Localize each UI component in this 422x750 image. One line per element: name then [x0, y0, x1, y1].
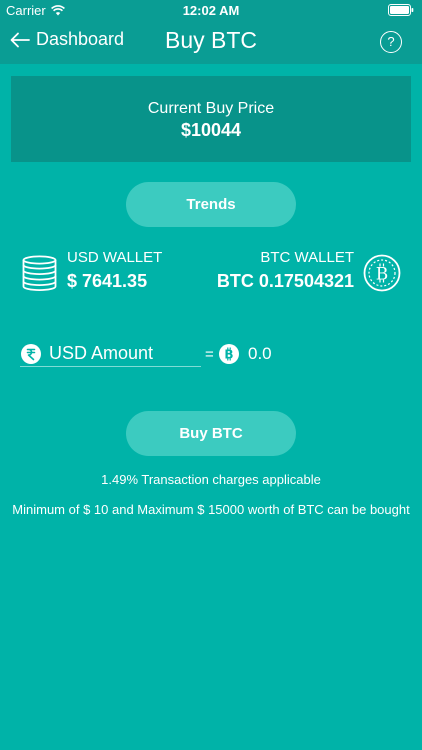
usd-wallet-label: USD WALLET — [67, 249, 163, 266]
navigation-bar: Dashboard Buy BTC ? — [0, 20, 422, 64]
current-price-caption: Current Buy Price — [147, 100, 275, 117]
equals-sign: = — [205, 346, 214, 363]
back-button-label: Dashboard — [36, 29, 125, 49]
btc-amount-value: 0.0 — [248, 344, 272, 363]
help-button[interactable]: ? — [380, 31, 402, 53]
usd-amount-input[interactable] — [49, 342, 199, 364]
rupee-icon — [21, 344, 41, 364]
coins-stack-icon — [22, 255, 57, 291]
current-price-panel: Current Buy Price $10044 — [11, 76, 411, 162]
bitcoin-icon: B — [219, 344, 239, 364]
transaction-charges-note: 1.49% Transaction charges applicable — [101, 472, 321, 487]
trends-button[interactable]: Trends — [126, 182, 296, 227]
back-button[interactable]: Dashboard — [10, 29, 124, 50]
battery-icon — [388, 4, 414, 16]
btc-wallet-balance: BTC 0.17504321 — [216, 271, 354, 291]
bitcoin-coin-icon: B — [363, 254, 401, 292]
status-bar: Carrier 12:02 AM — [0, 0, 422, 20]
svg-text:B: B — [376, 265, 389, 285]
buy-btc-button[interactable]: Buy BTC — [126, 411, 296, 456]
usd-amount-underline — [20, 366, 201, 367]
clock: 12:02 AM — [182, 3, 240, 18]
btc-wallet-label: BTC WALLET — [260, 249, 354, 266]
current-price-value: $10044 — [180, 120, 242, 140]
svg-text:B: B — [224, 348, 233, 362]
usd-wallet-balance: $ 7641.35 — [67, 271, 148, 291]
purchase-limits-note: Minimum of $ 10 and Maximum $ 15000 wort… — [12, 502, 410, 517]
back-arrow-icon — [10, 32, 30, 47]
